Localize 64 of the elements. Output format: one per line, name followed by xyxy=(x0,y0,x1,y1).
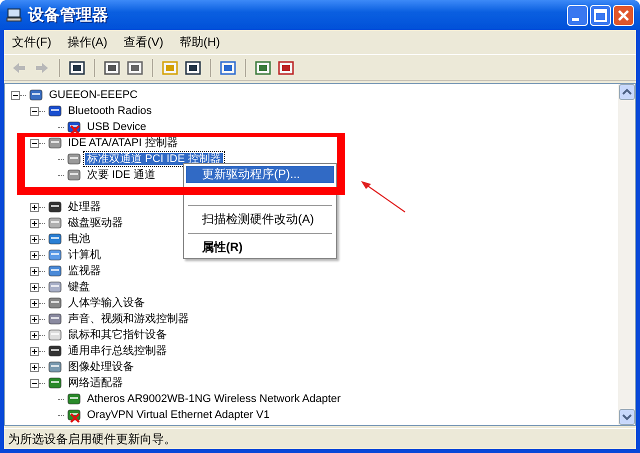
tree-item[interactable]: 图像处理设备 xyxy=(66,361,136,373)
tree-item[interactable]: 标准双通道 PCI IDE 控制器 xyxy=(85,153,223,165)
tree-item[interactable]: 通用串行总线控制器 xyxy=(66,345,169,357)
context-menu-item[interactable]: 属性(R) xyxy=(186,239,334,256)
maximize-button[interactable] xyxy=(590,4,611,26)
device-icon xyxy=(47,311,63,327)
scroll-down-button[interactable] xyxy=(618,409,634,425)
tree-item[interactable]: 磁盘驱动器 xyxy=(66,217,125,229)
expander-icon[interactable] xyxy=(30,218,39,228)
menu-item[interactable]: 帮助(H) xyxy=(179,34,220,50)
device-icon xyxy=(47,295,63,311)
device-icon xyxy=(47,135,63,151)
menu-item[interactable]: 操作(A) xyxy=(67,34,108,50)
window-title: 设备管理器 xyxy=(28,6,108,26)
minimize-button[interactable] xyxy=(567,4,588,26)
device-icon xyxy=(47,247,63,263)
device-icon xyxy=(47,199,63,215)
tree-item[interactable]: 声音、视频和游戏控制器 xyxy=(66,313,191,325)
expander-icon[interactable] xyxy=(30,282,39,292)
device-icon xyxy=(47,263,63,279)
device-icon xyxy=(47,327,63,343)
tree-item[interactable]: 网络适配器 xyxy=(66,377,125,389)
expander-icon[interactable] xyxy=(30,250,39,260)
tree-item[interactable]: 计算机 xyxy=(66,249,103,261)
device-icon xyxy=(47,215,63,231)
tree-item[interactable]: 处理器 xyxy=(66,201,103,213)
expander-icon[interactable] xyxy=(30,234,39,244)
expander-icon[interactable] xyxy=(11,90,20,100)
device-icon xyxy=(47,279,63,295)
context-menu-item[interactable]: 更新驱动程序(P)... xyxy=(186,166,334,183)
expander-icon[interactable] xyxy=(30,346,39,356)
close-button[interactable] xyxy=(613,4,634,26)
tree-item[interactable]: Bluetooth Radios xyxy=(66,105,154,117)
tree-item[interactable]: 键盘 xyxy=(66,281,92,293)
tree-item[interactable]: 鼠标和其它指针设备 xyxy=(66,329,169,341)
tree-item[interactable]: 监视器 xyxy=(66,265,103,277)
expander-icon[interactable] xyxy=(30,330,39,340)
expander-icon[interactable] xyxy=(30,298,39,308)
tree-item[interactable]: 人体学输入设备 xyxy=(66,297,147,309)
expander-icon[interactable] xyxy=(30,378,39,388)
expander-icon[interactable] xyxy=(30,362,39,372)
computer-icon xyxy=(6,7,22,23)
expander-icon[interactable] xyxy=(30,138,39,148)
context-menu-item[interactable]: 扫描检测硬件改动(A) xyxy=(186,211,334,228)
scroll-up-button[interactable] xyxy=(618,84,634,100)
tree-item[interactable]: IDE ATA/ATAPI 控制器 xyxy=(66,137,180,149)
status-text: 为所选设备启用硬件更新向导。 xyxy=(4,428,636,449)
expander-icon[interactable] xyxy=(30,106,39,116)
expander-icon[interactable] xyxy=(30,202,39,212)
device-icon xyxy=(47,359,63,375)
tree-item[interactable]: GUEEON-EEEPC xyxy=(47,89,140,101)
menu-item[interactable]: 文件(F) xyxy=(12,34,52,50)
expander-icon[interactable] xyxy=(30,314,39,324)
device-icon xyxy=(28,87,44,103)
menu-item[interactable]: 查看(V) xyxy=(123,34,164,50)
device-icon xyxy=(47,103,63,119)
device-icon xyxy=(47,343,63,359)
tree-item[interactable]: 次要 IDE 通道 xyxy=(85,169,158,181)
device-icon xyxy=(47,375,63,391)
scrollbar[interactable] xyxy=(618,84,635,425)
tree-item[interactable]: Atheros AR9002WB-1NG Wireless Network Adapter xyxy=(85,393,343,405)
expander-icon[interactable] xyxy=(30,266,39,276)
tree-item[interactable]: 电池 xyxy=(66,233,92,245)
device-icon xyxy=(47,231,63,247)
